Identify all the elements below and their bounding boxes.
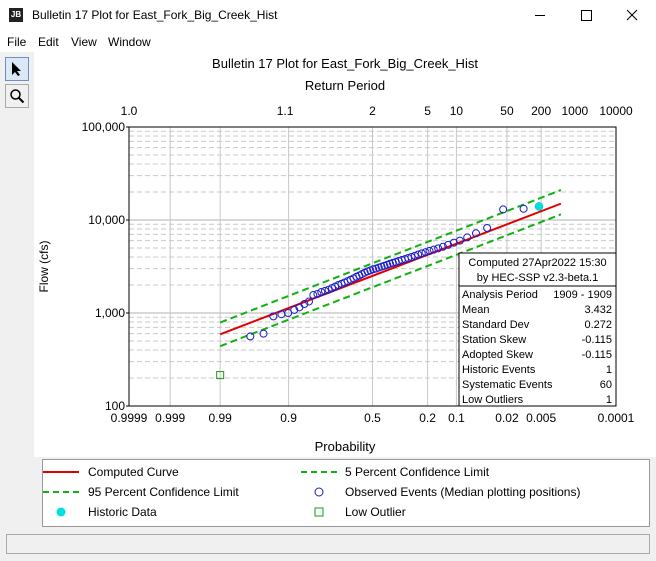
stats-label: Historic Events <box>462 364 536 376</box>
chart-title: Bulletin 17 Plot for East_Fork_Big_Creek… <box>212 56 478 71</box>
legend-observed-symbol <box>314 487 324 497</box>
legend-outlier-label: Low Outlier <box>345 505 406 519</box>
x-tick-label: 0.99 <box>209 411 233 425</box>
stats-value: 0.272 <box>584 319 612 331</box>
y-axis-title: Flow (cfs) <box>37 241 51 293</box>
stats-value: -0.115 <box>582 349 612 361</box>
close-button[interactable] <box>609 0 655 31</box>
y-tick-label: 100,000 <box>82 120 126 134</box>
stats-header-line: Computed 27Apr2022 15:30 <box>468 257 606 269</box>
historic-point <box>534 202 544 211</box>
legend-95pct-symbol <box>43 491 79 493</box>
legend-historic-label: Historic Data <box>88 505 157 519</box>
y-tick-label: 1,000 <box>95 306 125 320</box>
stats-header-line: by HEC-SSP v2.3-beta.1 <box>477 272 598 284</box>
top-tick-label: 50 <box>500 104 514 118</box>
y-tick-label: 10,000 <box>88 213 125 227</box>
top-tick-label: 1000 <box>561 104 588 118</box>
x-tick-label: 0.02 <box>495 411 519 425</box>
stats-label: Analysis Period <box>462 289 538 301</box>
x-tick-label: 0.2 <box>419 411 436 425</box>
magnifier-icon <box>10 89 25 104</box>
top-tick-label: 5 <box>424 104 431 118</box>
frequency-chart[interactable]: 1001,00010,000100,0000.9999 0.999 0.99 0.9 0… <box>34 52 656 457</box>
stats-value: 1909 - 1909 <box>553 289 612 301</box>
x-axis-title: Probability <box>315 439 376 454</box>
legend: Computed Curve 5 Percent Confidence Limi… <box>42 459 650 527</box>
stats-label: Standard Dev <box>462 319 530 331</box>
menu-window[interactable]: Window <box>108 35 151 49</box>
arrow-pointer-icon <box>12 62 21 76</box>
legend-historic-symbol <box>56 507 66 517</box>
select-tool-button[interactable] <box>5 57 29 81</box>
top-tick-label: 2 <box>369 104 376 118</box>
menu-file[interactable]: File <box>7 35 26 49</box>
stats-label: Station Skew <box>462 334 526 346</box>
x-tick-label: 0.005 <box>526 411 556 425</box>
top-axis-title: Return Period <box>305 78 385 93</box>
stats-label: Low Outliers <box>462 394 524 406</box>
chart-panel: 100 1,000 10,000 100,000 0.9999 0.999 0.99 0.9 0… <box>34 52 656 457</box>
maximize-icon <box>581 10 592 21</box>
top-tick-label: 200 <box>531 104 551 118</box>
legend-5pct-label: 5 Percent Confidence Limit <box>345 465 490 479</box>
x-tick-label: 0.1 <box>448 411 465 425</box>
top-tick-label: 1.1 <box>277 104 294 118</box>
title-bar: JB Bulletin 17 Plot for East_Fork_Big_Cr… <box>0 0 656 31</box>
close-icon <box>626 9 638 21</box>
stats-value: 3.432 <box>584 304 612 316</box>
status-bar <box>6 534 650 554</box>
stats-label: Systematic Events <box>462 379 553 391</box>
menu-view[interactable]: View <box>71 35 97 49</box>
stats-value: 1 <box>606 394 612 406</box>
window-title: Bulletin 17 Plot for East_Fork_Big_Creek… <box>32 8 278 22</box>
menu-bar: File Edit View Window <box>0 31 656 52</box>
maximize-button[interactable] <box>563 0 609 31</box>
legend-5pct-symbol <box>301 471 337 473</box>
x-tick-label: 0.5 <box>364 411 381 425</box>
x-tick-label: 0.999 <box>155 411 185 425</box>
legend-computed-label: Computed Curve <box>88 465 179 479</box>
minimize-button[interactable] <box>517 0 563 31</box>
stats-label: Mean <box>462 304 490 316</box>
stats-value: 1 <box>606 364 612 376</box>
top-tick-label: 10000 <box>599 104 633 118</box>
x-tick-label: 0.9 <box>280 411 297 425</box>
top-tick-label: 10 <box>450 104 464 118</box>
x-tick-label: 0.0001 <box>598 411 635 425</box>
zoom-tool-button[interactable] <box>5 84 29 108</box>
minimize-icon <box>535 15 545 16</box>
legend-outlier-symbol <box>314 507 324 517</box>
stats-value: 60 <box>600 379 612 391</box>
legend-computed-symbol <box>43 471 79 473</box>
x-tick-label: 0.9999 <box>111 411 148 425</box>
stats-label: Adopted Skew <box>462 349 533 361</box>
app-icon: JB <box>9 8 23 22</box>
legend-observed-label: Observed Events (Median plotting positio… <box>345 485 581 499</box>
tool-palette <box>5 57 29 111</box>
stats-value: -0.115 <box>582 334 612 346</box>
legend-95pct-label: 95 Percent Confidence Limit <box>88 485 239 499</box>
menu-edit[interactable]: Edit <box>38 35 59 49</box>
top-tick-label: 1.0 <box>121 104 138 118</box>
